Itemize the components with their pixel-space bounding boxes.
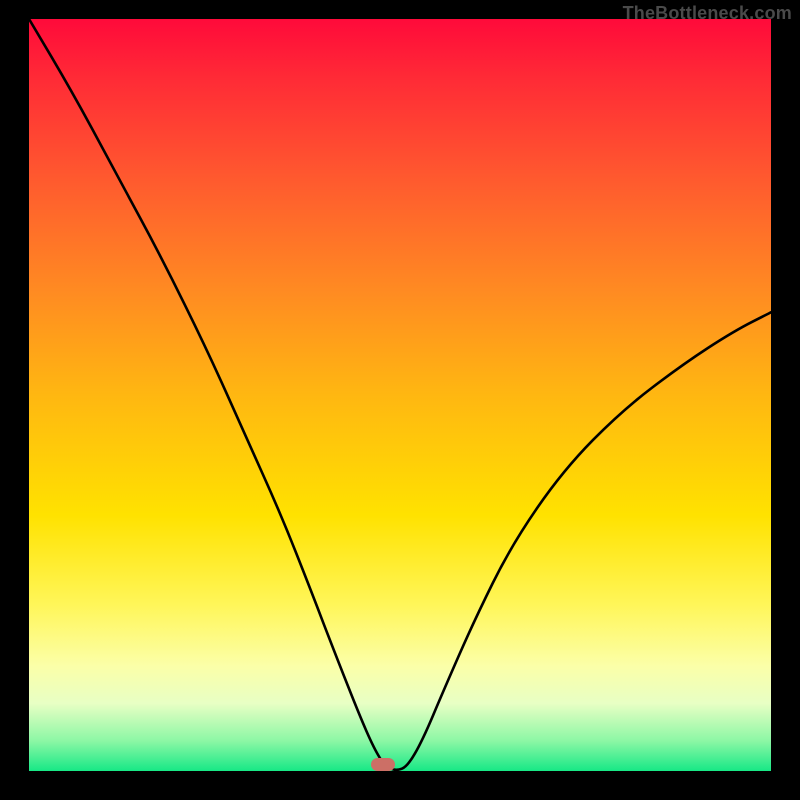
chart-container: TheBottleneck.com — [0, 0, 800, 800]
optimal-marker — [371, 758, 395, 771]
bottleneck-curve — [29, 19, 771, 771]
plot-area — [29, 19, 771, 771]
watermark-text: TheBottleneck.com — [623, 3, 792, 24]
